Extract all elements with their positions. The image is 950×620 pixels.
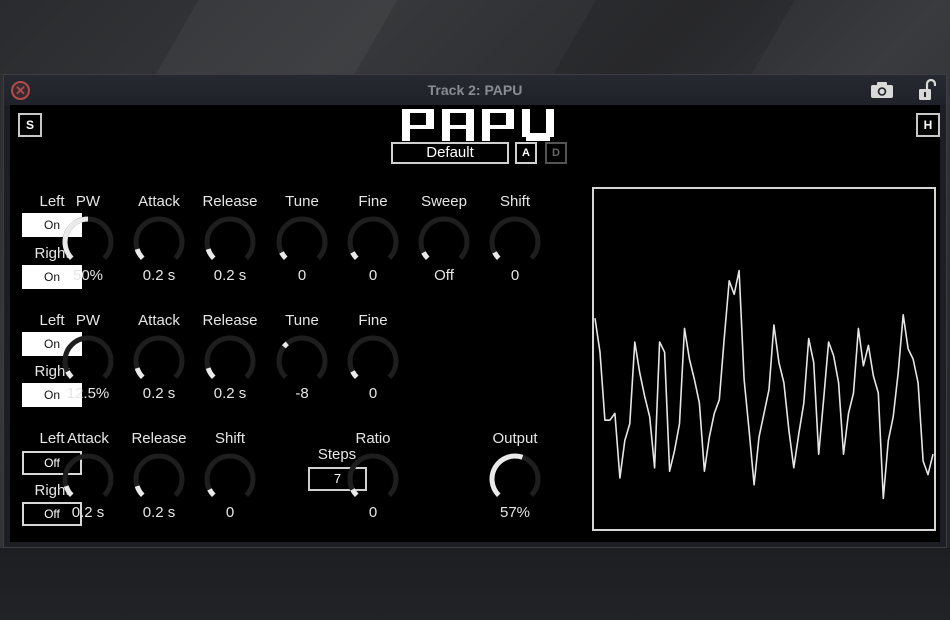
channel2-fine-value: 0 bbox=[368, 385, 378, 402]
knob-fill bbox=[489, 453, 524, 498]
channel1-tune-knob[interactable] bbox=[273, 213, 331, 271]
window-title: Track 2: PAPU bbox=[427, 82, 523, 98]
knob-fill bbox=[63, 485, 74, 498]
channel1-tune-label: Tune bbox=[285, 193, 319, 210]
channel2-pw-label: PW bbox=[75, 312, 101, 329]
knob-fill bbox=[492, 251, 501, 261]
channel1-fine-value: 0 bbox=[368, 267, 378, 284]
camera-icon[interactable] bbox=[870, 81, 894, 99]
knob-fill bbox=[62, 216, 89, 261]
channel1-sweep-knob[interactable] bbox=[415, 213, 473, 271]
unlocked-padlock-icon[interactable] bbox=[918, 78, 936, 102]
title-bar[interactable]: ✕ Track 2: PAPU bbox=[4, 75, 946, 105]
channel3-release-value: 0.2 s bbox=[142, 504, 176, 521]
preset-selector[interactable]: Default bbox=[391, 142, 509, 164]
channel3-release-knob[interactable] bbox=[130, 450, 188, 508]
scope-svg bbox=[594, 269, 934, 500]
channel2-fine-knob[interactable] bbox=[344, 332, 402, 390]
knob-fill bbox=[134, 248, 145, 261]
channel2-release-knob[interactable] bbox=[201, 332, 259, 390]
output-label: Output bbox=[492, 430, 538, 447]
channel2-tune-label: Tune bbox=[285, 312, 319, 329]
d-button[interactable]: D bbox=[545, 142, 567, 164]
channel2-attack-knob[interactable] bbox=[130, 332, 188, 390]
channel3-shift-value: 0 bbox=[225, 504, 235, 521]
h-button[interactable]: H bbox=[916, 113, 940, 137]
channel2-tune-knob[interactable] bbox=[273, 332, 331, 390]
channel2-fine-label: Fine bbox=[358, 312, 388, 329]
channel3-shift-label: Shift bbox=[214, 430, 245, 447]
knob-fill bbox=[205, 367, 216, 380]
knob-fill bbox=[279, 251, 288, 261]
plugin-window: ✕ Track 2: PAPU S H PAPU Default A bbox=[3, 74, 947, 548]
channel3-release-label: Release bbox=[131, 430, 187, 447]
knob-fill bbox=[350, 370, 359, 380]
channel3-ratio-label: Ratio bbox=[355, 430, 391, 447]
channel1-fine-label: Fine bbox=[358, 193, 388, 210]
channel3-ratio-value: 0 bbox=[368, 504, 378, 521]
channel3-attack-knob[interactable] bbox=[59, 450, 117, 508]
channel1-sweep-value: Off bbox=[434, 267, 454, 284]
output-knob[interactable] bbox=[486, 450, 544, 508]
channel1-sweep-label: Sweep bbox=[421, 193, 467, 210]
channel1-attack-knob[interactable] bbox=[130, 213, 188, 271]
channel2-release-label: Release bbox=[202, 312, 258, 329]
channel1-pw-label: PW bbox=[75, 193, 101, 210]
channel1-shift-knob[interactable] bbox=[486, 213, 544, 271]
channel1-release-knob[interactable] bbox=[201, 213, 259, 271]
knob-marker bbox=[281, 341, 289, 349]
channel1-release-value: 0.2 s bbox=[213, 267, 247, 284]
channel1-release-label: Release bbox=[202, 193, 258, 210]
channel2-pw-value: 12.5% bbox=[66, 385, 110, 402]
channel1-tune-value: 0 bbox=[297, 267, 307, 284]
channel1-pw-value: 50% bbox=[72, 267, 104, 284]
channel2-pw-knob[interactable] bbox=[59, 332, 117, 390]
channel2-attack-label: Attack bbox=[138, 312, 180, 329]
knob-fill bbox=[421, 251, 430, 261]
oscilloscope bbox=[592, 187, 936, 531]
papu-logo bbox=[402, 109, 554, 141]
knob-fill bbox=[350, 251, 359, 261]
channel3-attack-label: Attack bbox=[67, 430, 109, 447]
knob-fill bbox=[134, 485, 145, 498]
channel1-shift-label: Shift bbox=[499, 193, 530, 210]
knob-fill bbox=[205, 248, 216, 261]
channel1-attack-label: Attack bbox=[138, 193, 180, 210]
channel1-attack-value: 0.2 s bbox=[142, 267, 176, 284]
channel2-attack-value: 0.2 s bbox=[142, 385, 176, 402]
a-button[interactable]: A bbox=[515, 142, 537, 164]
channel3-attack-value: 0.2 s bbox=[71, 504, 105, 521]
channel2-tune-value: -8 bbox=[295, 385, 309, 402]
channel3-shift-knob[interactable] bbox=[201, 450, 259, 508]
knob-fill bbox=[350, 488, 359, 498]
output-value: 57% bbox=[499, 504, 531, 521]
knob-fill bbox=[207, 488, 216, 498]
channel3-ratio-knob[interactable] bbox=[344, 450, 402, 508]
knob-fill bbox=[65, 370, 74, 380]
plugin-panel: S H PAPU Default A D Left On Right On PW… bbox=[10, 105, 940, 542]
channel1-fine-knob[interactable] bbox=[344, 213, 402, 271]
waveform-line bbox=[594, 269, 934, 500]
knob-fill bbox=[134, 367, 145, 380]
channel2-release-value: 0.2 s bbox=[213, 385, 247, 402]
desktop-background bbox=[0, 0, 950, 75]
desktop-background-bottom bbox=[0, 548, 950, 620]
s-button[interactable]: S bbox=[18, 113, 42, 137]
channel1-pw-knob[interactable] bbox=[59, 213, 117, 271]
channel1-shift-value: 0 bbox=[510, 267, 520, 284]
